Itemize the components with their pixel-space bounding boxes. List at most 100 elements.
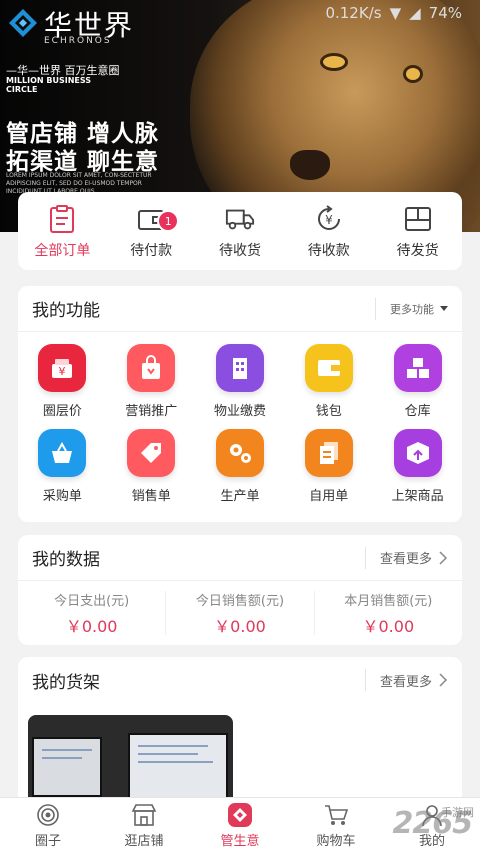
- headline-line-2: 拓渠道 聊生意: [6, 149, 160, 175]
- shelf-title: 我的货架: [32, 672, 100, 693]
- order-pending-payment[interactable]: 1 待付款: [111, 204, 191, 260]
- order-pending-shipment[interactable]: 待发货: [378, 204, 458, 260]
- data-value: ￥0.00: [362, 616, 415, 636]
- screen-line: [138, 745, 208, 747]
- chevron-right-icon: [439, 673, 448, 687]
- watermark-subtitle: 手游网: [441, 806, 474, 819]
- order-all[interactable]: 全部订单: [22, 204, 102, 260]
- order-pending-payment-label: 待付款: [130, 243, 173, 259]
- shelf-view-more-label: 查看更多: [379, 674, 432, 690]
- order-pending-shipment-label: 待发货: [396, 243, 439, 259]
- functions-grid: ¥ 圈层价 营销推广 物业缴费 钱包 仓库 采购单 销售单 生产单 自用单 上架…: [18, 332, 462, 504]
- signal-icon: ◢: [409, 4, 421, 22]
- wifi-icon: ▼: [389, 4, 402, 22]
- func-self-use-order[interactable]: 自用单: [284, 429, 373, 504]
- svg-text:¥: ¥: [325, 213, 333, 227]
- nav-store[interactable]: 逛店铺: [96, 798, 192, 853]
- shelf-card: 我的货架 查看更多: [18, 657, 462, 817]
- screen-line: [42, 757, 82, 759]
- more-functions-button[interactable]: 更多功能: [375, 297, 448, 320]
- store-icon: [131, 802, 157, 828]
- func-label: 圈层价: [42, 404, 82, 419]
- shopping-bag-icon: [127, 344, 176, 392]
- func-sales-order[interactable]: 销售单: [107, 429, 196, 504]
- screen-line: [138, 761, 213, 763]
- order-pending-receipt-label: 待收货: [218, 243, 261, 259]
- battery-level: 74%: [428, 4, 462, 22]
- shelf-header: 我的货架 查看更多: [18, 657, 462, 703]
- func-label: 营销推广: [125, 404, 178, 419]
- business-icon: [227, 802, 253, 828]
- nav-circle[interactable]: 圈子: [0, 798, 96, 853]
- func-warehouse[interactable]: 仓库: [373, 344, 462, 419]
- data-value: ￥0.00: [214, 616, 266, 636]
- pending-payment-badge: 1: [157, 210, 180, 232]
- func-property-fee[interactable]: 物业缴费: [196, 344, 285, 419]
- func-label: 自用单: [309, 489, 349, 504]
- order-pending-collection[interactable]: ¥ 待收款: [289, 204, 369, 260]
- func-label: 生产单: [220, 489, 260, 504]
- data-month-sales[interactable]: 本月销售额(元) ￥0.00: [315, 591, 462, 636]
- monitor-image: [128, 733, 228, 803]
- chevron-right-icon: [439, 550, 448, 565]
- slogan-english: MILLION BUSINESS CIRCLE: [6, 76, 92, 94]
- nav-label: 购物车: [316, 834, 356, 849]
- brand-logo-icon: [9, 9, 37, 37]
- shelf-view-more-button[interactable]: 查看更多: [364, 669, 448, 691]
- func-wallet[interactable]: 钱包: [284, 344, 373, 419]
- func-marketing[interactable]: 营销推广: [107, 344, 196, 419]
- functions-title: 我的功能: [32, 301, 100, 321]
- data-title: 我的数据: [32, 550, 100, 570]
- nav-label: 圈子: [34, 834, 61, 849]
- truck-icon: [225, 204, 255, 234]
- circle-icon: [35, 802, 61, 828]
- network-speed: 0.12K/s: [325, 4, 382, 22]
- data-label: 本月销售额(元): [344, 593, 433, 609]
- func-circle-price[interactable]: ¥ 圈层价: [18, 344, 107, 419]
- func-label: 物业缴费: [213, 404, 266, 419]
- price-tag-icon: ¥: [38, 344, 87, 392]
- monitor-image: [32, 737, 102, 797]
- data-today-expense[interactable]: 今日支出(元) ￥0.00: [18, 591, 167, 636]
- screen-line: [138, 753, 198, 755]
- sale-tag-icon: [127, 429, 176, 477]
- orders-card: 全部订单 1 待付款 待收货 ¥ 待收款 待发货: [18, 192, 462, 270]
- nav-label: 逛店铺: [124, 834, 164, 849]
- order-pending-receipt[interactable]: 待收货: [200, 204, 280, 260]
- data-label: 今日销售额(元): [195, 593, 285, 609]
- func-label: 销售单: [131, 489, 171, 504]
- status-bar: 0.12K/s ▼ ◢ 74%: [325, 4, 462, 22]
- data-today-sales[interactable]: 今日销售额(元) ￥0.00: [166, 591, 315, 636]
- order-all-label: 全部订单: [34, 243, 91, 259]
- func-list-products[interactable]: 上架商品: [373, 429, 462, 504]
- package-icon: [393, 429, 442, 477]
- nav-cart[interactable]: 购物车: [288, 798, 384, 853]
- func-label: 仓库: [404, 404, 431, 419]
- data-value: ￥0.00: [65, 616, 118, 636]
- boxes-icon: [393, 344, 442, 392]
- documents-icon: [304, 429, 353, 477]
- more-functions-label: 更多功能: [390, 302, 434, 316]
- func-label: 钱包: [315, 404, 342, 419]
- building-icon: [215, 344, 264, 392]
- box-icon: [403, 204, 433, 234]
- data-header: 我的数据 查看更多: [18, 535, 462, 581]
- data-card: 我的数据 查看更多 今日支出(元) ￥0.00 今日销售额(元) ￥0.00 本…: [18, 535, 462, 645]
- brand-subtitle: ECHRONOS: [44, 36, 112, 46]
- nav-business[interactable]: 管生意: [192, 798, 288, 853]
- data-row: 今日支出(元) ￥0.00 今日销售额(元) ￥0.00 本月销售额(元) ￥0…: [18, 581, 462, 645]
- data-view-more-button[interactable]: 查看更多: [364, 546, 448, 569]
- func-label: 采购单: [42, 489, 82, 504]
- func-purchase-order[interactable]: 采购单: [18, 429, 107, 504]
- data-label: 今日支出(元): [54, 593, 130, 609]
- cart-icon: [323, 802, 349, 828]
- yuan-refresh-icon: ¥: [314, 204, 344, 234]
- svg-text:¥: ¥: [59, 365, 66, 378]
- app-page: 华世界 ECHRONOS —华—世界 百万生意圈 MILLION BUSINES…: [0, 0, 480, 853]
- order-pending-collection-label: 待收款: [307, 243, 350, 259]
- lion-eye: [323, 56, 345, 68]
- clipboard-icon: [47, 204, 77, 234]
- func-production-order[interactable]: 生产单: [196, 429, 285, 504]
- lion-nose: [290, 150, 330, 180]
- nav-label: 管生意: [220, 834, 260, 849]
